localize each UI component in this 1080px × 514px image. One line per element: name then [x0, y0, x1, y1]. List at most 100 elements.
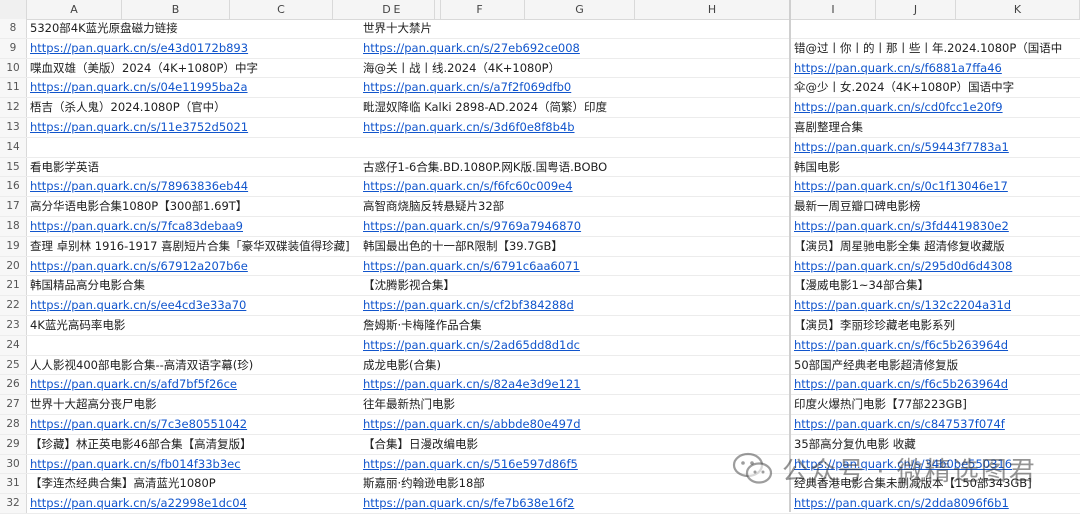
column-header-e[interactable]: E	[360, 0, 435, 19]
cell-text[interactable]: 最新一周豆瓣口碑电影榜	[794, 197, 921, 216]
cell-text[interactable]: 高智商烧脑反转悬疑片32部	[363, 197, 504, 216]
column-header-f[interactable]: F	[435, 0, 525, 19]
cell-text[interactable]: 【演员】周星驰电影全集 超清修复收藏版	[794, 237, 1005, 256]
cell-text[interactable]: 【演员】李丽珍珍藏老电影系列	[794, 316, 955, 335]
cell-link[interactable]: https://pan.quark.cn/s/3fd4419830e2	[794, 217, 1009, 236]
cell-link[interactable]: https://pan.quark.cn/s/7c3e80551042	[30, 415, 247, 434]
cell-link[interactable]: https://pan.quark.cn/s/0c1f13046e17	[794, 177, 1008, 196]
cell-link[interactable]: https://pan.quark.cn/s/e43d0172b893	[30, 39, 248, 58]
cell-link[interactable]: https://pan.quark.cn/s/fb014f33b3ec	[30, 455, 241, 474]
column-header-i[interactable]: I	[791, 0, 876, 19]
cell-text[interactable]: 喋血双雄（美版）2024（4K+1080P）中字	[30, 59, 258, 78]
cell-link[interactable]: https://pan.quark.cn/s/7fca83debaa9	[30, 217, 243, 236]
row-number[interactable]: 13	[0, 118, 27, 137]
row-number[interactable]: 16	[0, 177, 27, 197]
cell-link[interactable]: https://pan.quark.cn/s/67912a207b6e	[30, 257, 248, 276]
cell-text[interactable]: 韩国电影	[794, 158, 840, 177]
row-number[interactable]: 21	[0, 276, 27, 296]
row-number[interactable]: 25	[0, 355, 27, 375]
freeze-pane-divider[interactable]	[789, 0, 791, 512]
cell-link[interactable]: https://pan.quark.cn/s/59443f7783a1	[794, 138, 1009, 157]
row-number[interactable]: 20	[0, 256, 27, 276]
cell-link[interactable]: https://pan.quark.cn/s/2dda8096f6b1	[794, 494, 1009, 513]
cell-link[interactable]: https://pan.quark.cn/s/27eb692ce008	[363, 39, 580, 58]
row-number[interactable]: 12	[0, 98, 27, 117]
cell-text[interactable]: 人人影视400部电影合集--高清双语字幕(珍)	[30, 356, 253, 375]
cell-text[interactable]: 往年最新热门电影	[363, 395, 455, 414]
row-number[interactable]: 24	[0, 335, 27, 355]
column-header-k[interactable]: K	[956, 0, 1080, 19]
cell-text[interactable]: 查理 卓别林 1916-1917 喜剧短片合集「豪华双碟装值得珍藏]	[30, 237, 350, 256]
row-number[interactable]: 22	[0, 296, 27, 315]
select-all-corner[interactable]	[0, 0, 27, 19]
cell-link[interactable]: https://pan.quark.cn/s/3d6f0e8f8b4b	[363, 118, 575, 137]
row-number[interactable]: 18	[0, 217, 27, 236]
cell-text[interactable]: 世界十大禁片	[363, 19, 432, 38]
cell-text[interactable]: 喜剧整理合集	[794, 118, 863, 137]
cell-text[interactable]: 【漫威电影1~34部合集】	[794, 276, 929, 295]
row-number[interactable]: 9	[0, 38, 27, 58]
column-header-c[interactable]: C	[230, 0, 333, 19]
column-header-j[interactable]: J	[876, 0, 956, 19]
cell-link[interactable]: https://pan.quark.cn/s/ee4cd3e33a70	[30, 296, 246, 315]
column-header-h[interactable]: H	[635, 0, 790, 19]
row-number[interactable]: 17	[0, 197, 27, 216]
cell-link[interactable]: https://pan.quark.cn/s/fe7b638e16f2	[363, 494, 574, 513]
cell-text[interactable]: 【李连杰经典合集】高清蓝光1080P	[30, 474, 216, 493]
cell-link[interactable]: https://pan.quark.cn/s/afd7bf5f26ce	[30, 375, 237, 394]
row-number[interactable]: 27	[0, 395, 27, 414]
cell-text[interactable]: 5320部4K蓝光原盘磁力链接	[30, 19, 178, 38]
cell-link[interactable]: https://pan.quark.cn/s/9769a7946870	[363, 217, 581, 236]
cell-text[interactable]: 看电影学英语	[30, 158, 99, 177]
cell-text[interactable]: 斯嘉丽·约翰逊电影18部	[363, 474, 485, 493]
cell-text[interactable]: 【沈腾影视合集】	[363, 276, 455, 295]
cell-link[interactable]: https://pan.quark.cn/s/2ad65dd8d1dc	[363, 336, 580, 355]
cell-link[interactable]: https://pan.quark.cn/s/c847537f074f	[794, 415, 1005, 434]
cell-text[interactable]: 梧吉（杀人鬼）2024.1080P（官中）	[30, 98, 226, 117]
cell-text[interactable]: 【珍藏】林正英电影46部合集【高清复版】	[30, 435, 252, 454]
cell-link[interactable]: https://pan.quark.cn/s/132c2204a31d	[794, 296, 1011, 315]
row-number[interactable]: 26	[0, 375, 27, 395]
cell-link[interactable]: https://pan.quark.cn/s/295d0d6d4308	[794, 257, 1012, 276]
row-number[interactable]: 10	[0, 58, 27, 78]
cell-text[interactable]: 印度火爆热门电影【77部223GB]	[794, 395, 967, 414]
cell-text[interactable]: 毗湿奴降临 Kalki 2898-AD.2024（简繁）印度	[363, 98, 607, 117]
cell-link[interactable]: https://pan.quark.cn/s/82a4e3d9e121	[363, 375, 581, 394]
row-number[interactable]: 14	[0, 137, 27, 157]
cell-link[interactable]: https://pan.quark.cn/s/f6c5b263964d	[794, 336, 1008, 355]
row-number[interactable]: 23	[0, 316, 27, 335]
row-number[interactable]: 31	[0, 474, 27, 494]
row-number[interactable]: 11	[0, 78, 27, 98]
cell-link[interactable]: https://pan.quark.cn/s/6791c6aa6071	[363, 257, 580, 276]
row-number[interactable]: 30	[0, 454, 27, 474]
cell-link[interactable]: https://pan.quark.cn/s/f6881a7ffa46	[794, 59, 1002, 78]
cell-link[interactable]: https://pan.quark.cn/s/04e11995ba2a	[30, 78, 248, 97]
cell-text[interactable]: 错@过丨你丨的丨那丨些丨年.2024.1080P（国语中	[794, 39, 1062, 58]
cell-link[interactable]: https://pan.quark.cn/s/abbde80e497d	[363, 415, 581, 434]
cell-text[interactable]: 詹姆斯·卡梅隆作品合集	[363, 316, 482, 335]
column-header-b[interactable]: B	[122, 0, 230, 19]
cell-text[interactable]: 韩国最出色的十一部R限制【39.7GB】	[363, 237, 563, 256]
row-number[interactable]: 29	[0, 434, 27, 454]
column-header-g[interactable]: G	[525, 0, 635, 19]
cell-text[interactable]: 古惑仔1-6合集.BD.1080P.网K版.国粤语.BOBO	[363, 158, 607, 177]
cell-link[interactable]: https://pan.quark.cn/s/516e597d86f5	[363, 455, 578, 474]
cell-link[interactable]: https://pan.quark.cn/s/a7f2f069dfb0	[363, 78, 571, 97]
column-header-a[interactable]: A	[27, 0, 122, 19]
cell-text[interactable]: 【合集】日漫改编电影	[363, 435, 478, 454]
row-number[interactable]: 8	[0, 19, 27, 38]
cell-link[interactable]: https://pan.quark.cn/s/cd0fcc1e20f9	[794, 98, 1003, 117]
cell-link[interactable]: https://pan.quark.cn/s/78963836eb44	[30, 177, 248, 196]
cell-text[interactable]: 世界十大超高分丧尸电影	[30, 395, 157, 414]
cell-text[interactable]: 4K蓝光高码率电影	[30, 316, 125, 335]
row-number[interactable]: 15	[0, 157, 27, 177]
cell-link[interactable]: https://pan.quark.cn/s/11e3752d5021	[30, 118, 248, 137]
cell-link[interactable]: https://pan.quark.cn/s/a22998e1dc04	[30, 494, 247, 513]
cell-text[interactable]: 高分华语电影合集1080P【300部1.69T】	[30, 197, 247, 216]
cell-text[interactable]: 成龙电影(合集)	[363, 356, 441, 375]
cell-text[interactable]: 伞@少丨女.2024（4K+1080P）国语中字	[794, 78, 1014, 97]
row-number[interactable]: 28	[0, 415, 27, 434]
cell-link[interactable]: https://pan.quark.cn/s/f6c5b263964d	[794, 375, 1008, 394]
row-number[interactable]: 19	[0, 236, 27, 256]
cell-text[interactable]: 韩国精品高分电影合集	[30, 276, 145, 295]
